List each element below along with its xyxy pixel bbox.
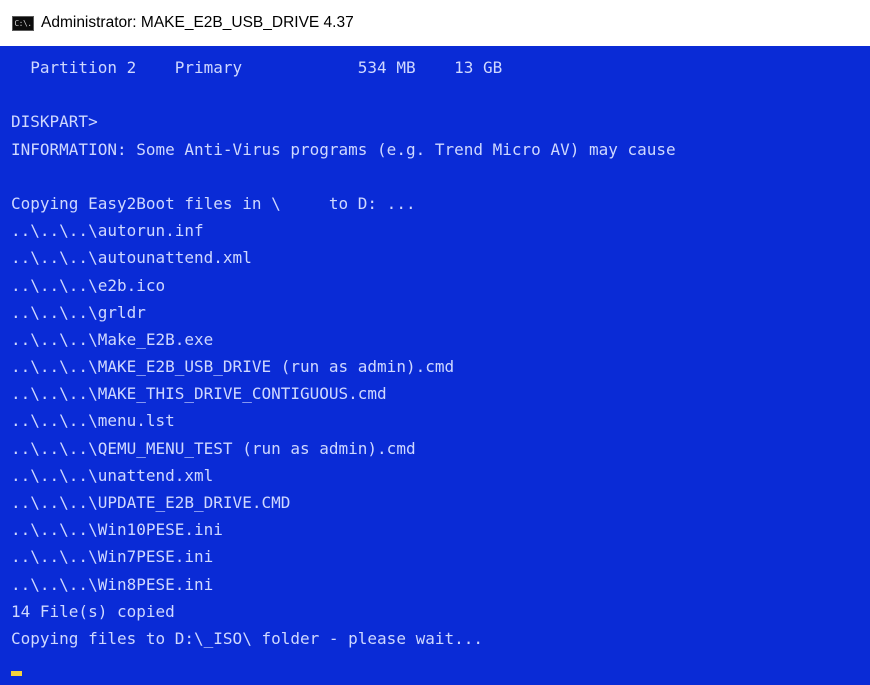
console-line: ..\..\..\Make_E2B.exe: [11, 329, 214, 349]
console-line: ..\..\..\UPDATE_E2B_DRIVE.CMD: [11, 493, 291, 512]
console-line: Copying Easy2Boot files in \ to D: ...: [11, 193, 416, 213]
console-line: ..\..\..\Win8PESE.ini: [11, 574, 214, 594]
console-line: Copying files to D:\_ISO\ folder - pleas…: [11, 628, 484, 648]
console-line: ..\..\..\e2b.ico: [11, 275, 166, 295]
console-output-area[interactable]: Partition 2 Primary 534 MB 13 GB DISKPART…: [0, 46, 870, 685]
text-cursor: [11, 671, 22, 676]
console-line: ..\..\..\autorun.inf: [11, 221, 204, 241]
console-line: ..\..\..\autounattend.xml: [11, 248, 252, 268]
console-line: ..\..\..\Win10PESE.ini: [11, 520, 223, 540]
console-line: Partition 2 Primary 534 MB 13 GB: [11, 58, 503, 77]
console-line: ..\..\..\grldr: [11, 302, 146, 322]
console-icon-glyph: C:\.: [14, 18, 32, 28]
console-line: ..\..\..\Win7PESE.ini: [11, 547, 214, 567]
console-line: INFORMATION: Some Anti-Virus programs (e…: [11, 139, 676, 159]
console-line: ..\..\..\MAKE_THIS_DRIVE_CONTIGUOUS.cmd: [11, 384, 387, 404]
console-icon[interactable]: C:\.: [12, 16, 34, 31]
console-line: ..\..\..\menu.lst: [11, 411, 175, 431]
console-window: C:\. Administrator: MAKE_E2B_USB_DRIVE 4…: [0, 0, 870, 685]
console-line: 14 File(s) copied: [11, 601, 175, 621]
console-line: DISKPART>: [11, 112, 98, 132]
console-lines: Partition 2 Primary 534 MB 13 GB DISKPART…: [11, 54, 676, 652]
console-line: ..\..\..\unattend.xml: [11, 465, 214, 485]
console-line: ..\..\..\MAKE_E2B_USB_DRIVE (run as admi…: [11, 357, 455, 377]
title-bar[interactable]: C:\. Administrator: MAKE_E2B_USB_DRIVE 4…: [0, 0, 870, 46]
window-title: Administrator: MAKE_E2B_USB_DRIVE 4.37: [41, 14, 354, 31]
console-line: ..\..\..\QEMU_MENU_TEST (run as admin).c…: [11, 438, 416, 458]
